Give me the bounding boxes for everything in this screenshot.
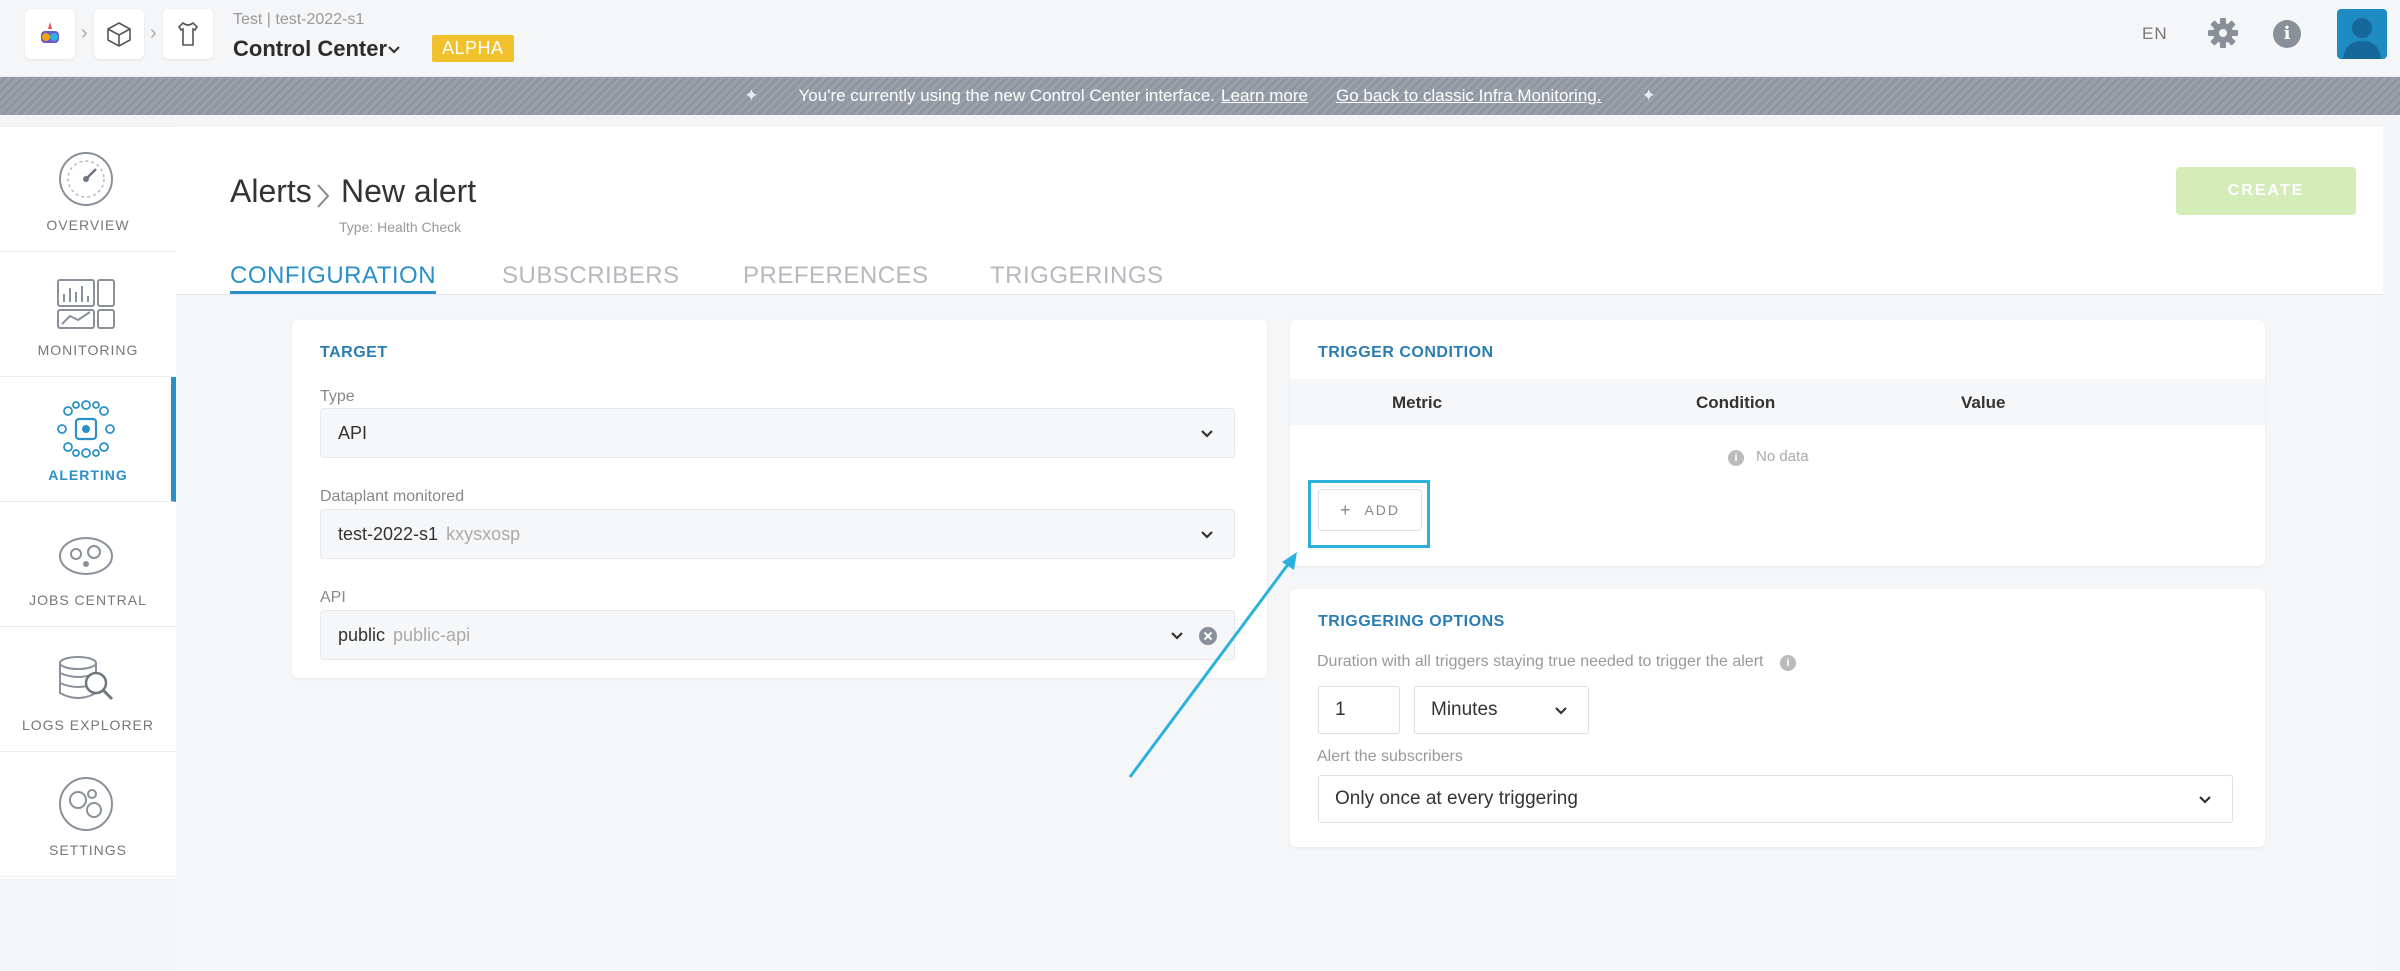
dataplant-select[interactable]: test-2022-s1 kxysxosp <box>320 509 1235 559</box>
chevron-down-icon <box>2199 796 2211 804</box>
classic-monitoring-link[interactable]: Go back to classic Infra Monitoring. <box>1336 86 1602 105</box>
column-value: Value <box>1961 393 2006 412</box>
gear-icon[interactable] <box>2206 16 2240 50</box>
trigger-condition-card: TRIGGER CONDITION Metric Condition Value… <box>1290 320 2265 566</box>
clear-icon[interactable] <box>1198 626 1218 646</box>
type-label: Type <box>320 388 355 405</box>
sidebar-item-logs-explorer[interactable]: LOGS EXPLORER <box>0 627 176 752</box>
duration-label-text: Duration with all triggers staying true … <box>1317 653 1764 670</box>
info-icon[interactable]: i <box>2273 20 2301 48</box>
dataplant-id: kxysxosp <box>446 524 521 544</box>
settings-gears-icon <box>59 777 113 831</box>
project-title[interactable]: Control Center <box>233 36 387 62</box>
plus-icon: + <box>1339 499 1353 520</box>
sidebar-item-monitoring[interactable]: MONITORING <box>0 252 176 377</box>
target-title: TARGET <box>320 344 388 361</box>
monitoring-dashboard-icon <box>57 279 115 329</box>
empty-text: No data <box>1756 448 1809 465</box>
jobs-icon <box>59 537 113 575</box>
project-path: Test | test-2022-s1 <box>233 11 365 28</box>
triggering-options-card: TRIGGERING OPTIONS Duration with all tri… <box>1290 589 2265 847</box>
sidebar-item-label: ALERTING <box>48 467 128 483</box>
alert-type-label: Type: Health Check <box>339 219 462 235</box>
project-shirt-icon[interactable] <box>163 9 213 59</box>
page-header: Alerts New alert Type: Health Check CREA… <box>176 127 2383 295</box>
sidebar-item-alerting[interactable]: ALERTING <box>0 377 176 502</box>
duration-unit-select[interactable]: Minutes <box>1414 686 1589 734</box>
duration-label: Duration with all triggers staying true … <box>1317 653 1796 671</box>
alpha-badge: ALPHA <box>432 35 514 62</box>
api-select[interactable]: public public-api <box>320 610 1235 660</box>
avatar[interactable] <box>2337 9 2387 59</box>
api-value: public <box>338 625 386 645</box>
tab-triggerings[interactable]: TRIGGERINGS <box>990 262 1164 290</box>
tab-subscribers[interactable]: SUBSCRIBERS <box>502 262 680 290</box>
type-select[interactable]: API <box>320 408 1235 458</box>
breadcrumb-separator: › <box>81 22 88 44</box>
language-selector[interactable]: EN <box>2142 24 2168 44</box>
learn-more-link[interactable]: Learn more <box>1221 86 1308 105</box>
api-id: public-api <box>393 625 471 645</box>
sidebar-item-settings[interactable]: SETTINGS <box>0 752 176 877</box>
main-panel: Alerts New alert Type: Health Check CREA… <box>176 127 2383 971</box>
dataplant-value: test-2022-s1 <box>338 524 439 544</box>
sidebar-item-label: OVERVIEW <box>46 217 130 233</box>
empty-state: i No data <box>1728 448 1809 466</box>
page-title: New alert <box>341 173 477 209</box>
sidebar-item-label: SETTINGS <box>48 842 127 858</box>
column-condition: Condition <box>1696 393 1776 412</box>
logs-explorer-icon <box>59 656 114 701</box>
chevron-down-icon <box>1201 531 1213 539</box>
triggering-options-title: TRIGGERING OPTIONS <box>1318 613 1505 630</box>
sidebar-item-jobs-central[interactable]: JOBS CENTRAL <box>0 502 176 627</box>
tab-configuration[interactable]: CONFIGURATION <box>230 262 437 294</box>
api-label: API <box>320 589 346 606</box>
chevron-right-icon <box>317 184 330 208</box>
type-value: API <box>338 423 368 443</box>
info-icon[interactable]: i <box>1779 655 1796 671</box>
app-logo-icon[interactable] <box>25 9 75 59</box>
tab-preferences[interactable]: PREFERENCES <box>743 262 929 290</box>
interface-banner: ✦ You're currently using the new Control … <box>0 77 2400 115</box>
add-label: ADD <box>1364 502 1401 518</box>
sidebar-item-label: MONITORING <box>37 342 139 358</box>
column-metric: Metric <box>1392 393 1443 412</box>
sidebar-item-label: LOGS EXPLORER <box>21 717 155 733</box>
sparkle-icon: ✦ <box>1641 86 1656 105</box>
alerting-network-icon <box>57 400 115 458</box>
gauge-icon <box>59 152 113 206</box>
duration-unit-value: Minutes <box>1431 699 1498 720</box>
dataplant-label: Dataplant monitored <box>320 488 465 505</box>
banner-text: You're currently using the new Control C… <box>798 86 1216 105</box>
target-card: TARGET Type API Dataplant monitored test… <box>292 320 1267 678</box>
company-cube-icon[interactable] <box>94 9 144 59</box>
create-button[interactable]: CREATE <box>2176 167 2356 215</box>
alert-frequency-select[interactable]: Only once at every triggering <box>1318 775 2233 823</box>
breadcrumb-alerts[interactable]: Alerts <box>230 173 312 210</box>
add-condition-button[interactable]: + ADD <box>1318 489 1422 531</box>
sidebar-item-label: JOBS CENTRAL <box>29 592 147 608</box>
alert-frequency-value: Only once at every triggering <box>1335 788 1578 809</box>
alert-subscribers-label: Alert the subscribers <box>1317 748 1463 765</box>
breadcrumb-separator: › <box>150 22 157 44</box>
sidebar-item-overview[interactable]: OVERVIEW <box>0 127 176 252</box>
chevron-down-icon <box>1171 632 1183 640</box>
chevron-down-icon[interactable] <box>386 42 402 58</box>
chevron-down-icon <box>1201 430 1213 438</box>
duration-input[interactable]: 1 <box>1318 686 1400 734</box>
info-icon: i <box>1728 450 1744 466</box>
condition-table-header: Metric Condition Value <box>1290 379 2265 425</box>
top-bar: › › Test | test-2022-s1 Control Center A… <box>0 0 2400 77</box>
chevron-down-icon <box>1555 707 1567 715</box>
trigger-condition-title: TRIGGER CONDITION <box>1318 344 1494 361</box>
sparkle-icon: ✦ <box>744 86 759 105</box>
sidebar: OVERVIEW MONITORING ALERTING JOBS CENTRA… <box>0 127 176 879</box>
